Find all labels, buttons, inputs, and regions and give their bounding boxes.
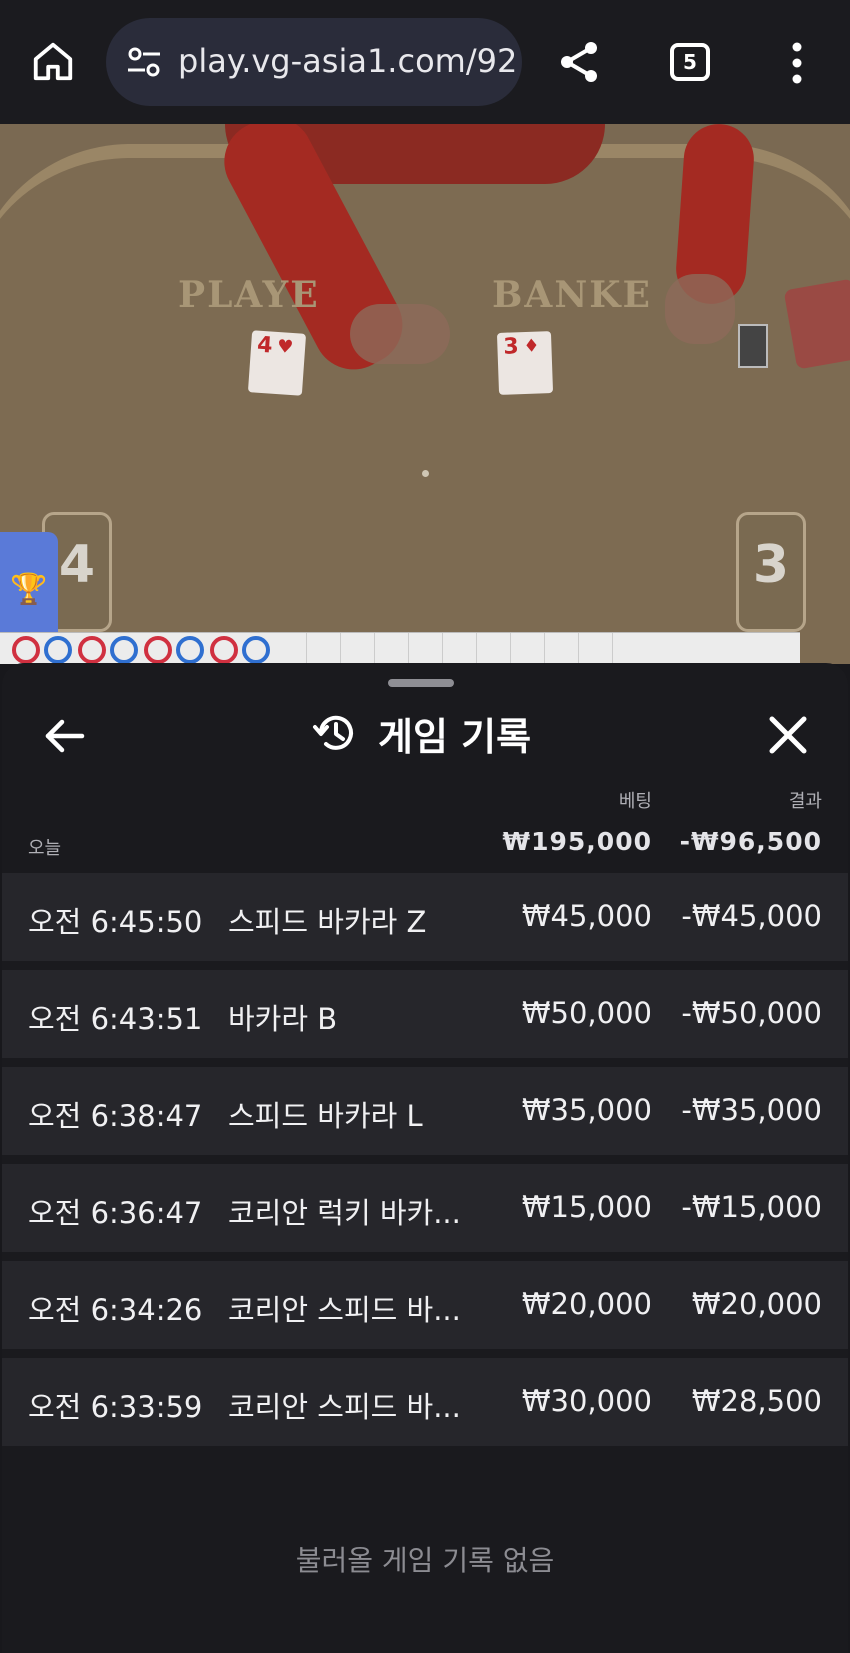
- history-icon: [313, 715, 353, 750]
- address-bar[interactable]: play.vg-asia1.com/92: [106, 18, 522, 106]
- row-bet: ₩15,000: [521, 1190, 652, 1224]
- bead-road: [0, 632, 800, 665]
- row-game: 코리안 스피드 바...: [228, 1390, 461, 1424]
- trophy-icon: 🏆: [10, 572, 48, 607]
- tab-switcher-icon[interactable]: 5: [670, 43, 710, 81]
- road-gridline: [408, 633, 409, 665]
- share-icon[interactable]: [555, 38, 603, 86]
- road-gridline: [476, 633, 477, 665]
- road-gridline: [340, 633, 341, 665]
- player-label: PLAYE: [178, 274, 320, 316]
- row-time: 오전 6:34:26: [28, 1293, 203, 1327]
- row-result: ₩20,000: [691, 1287, 822, 1321]
- road-gridline: [544, 633, 545, 665]
- row-time: 오전 6:38:47: [28, 1099, 203, 1133]
- road-marker: [110, 636, 138, 664]
- road-gridline: [578, 633, 579, 665]
- road-marker: [12, 636, 40, 664]
- diamond-suit-icon: ♦: [523, 335, 540, 358]
- bet-column-header: 베팅: [618, 791, 652, 812]
- drag-handle[interactable]: [388, 679, 454, 687]
- url-text[interactable]: play.vg-asia1.com/92: [178, 42, 517, 80]
- tab-count: 5: [683, 50, 697, 74]
- road-gridline: [442, 633, 443, 665]
- row-game: 스피드 바카라 Z: [228, 905, 427, 939]
- history-row[interactable]: 오전 6:45:50 스피드 바카라 Z ₩45,000 -₩45,000: [2, 873, 848, 961]
- history-row[interactable]: 오전 6:38:47 스피드 바카라 L ₩35,000 -₩35,000: [2, 1067, 848, 1155]
- road-marker: [78, 636, 106, 664]
- road-marker: [176, 636, 204, 664]
- row-result: -₩45,000: [681, 899, 822, 933]
- total-bet: ₩195,000: [502, 827, 652, 856]
- sheet-title-text: 게임 기록: [378, 714, 532, 759]
- row-bet: ₩45,000: [521, 899, 652, 933]
- banker-card: 3 ♦: [496, 331, 554, 395]
- history-row[interactable]: 오전 6:34:26 코리안 스피드 바... ₩20,000 ₩20,000: [2, 1261, 848, 1349]
- banker-card-rank: 3: [503, 334, 520, 360]
- heart-suit-icon: ♥: [276, 335, 294, 359]
- row-game: 바카라 B: [228, 1002, 338, 1036]
- history-row[interactable]: 오전 6:33:59 코리안 스피드 바... ₩30,000 ₩28,500: [2, 1358, 848, 1446]
- road-gridline: [306, 633, 307, 665]
- dealer-hand-right: [665, 274, 735, 344]
- row-time: 오전 6:36:47: [28, 1196, 203, 1230]
- row-time: 오전 6:45:50: [28, 905, 203, 939]
- total-result: -₩96,500: [679, 827, 822, 856]
- row-bet: ₩30,000: [521, 1384, 652, 1418]
- sheet-title: 게임 기록: [312, 703, 531, 763]
- row-result: -₩35,000: [681, 1093, 822, 1127]
- row-result: ₩28,500: [691, 1384, 822, 1418]
- row-game: 코리안 럭키 바카...: [228, 1196, 461, 1230]
- road-marker: [210, 636, 238, 664]
- row-game: 스피드 바카라 L: [228, 1099, 423, 1133]
- history-row[interactable]: 오전 6:43:51 바카라 B ₩50,000 -₩50,000: [2, 970, 848, 1058]
- game-history-sheet: 게임 기록 베팅 결과 오늘 ₩195,000 -₩96,500 오전 6:45…: [2, 663, 848, 1653]
- no-more-history-message: 불러올 게임 기록 없음: [295, 1544, 555, 1577]
- history-row[interactable]: 오전 6:36:47 코리안 럭키 바카... ₩15,000 -₩15,000: [2, 1164, 848, 1252]
- banker-label: BANKE: [492, 274, 652, 316]
- table-marker: [422, 470, 429, 477]
- date-group-label: 오늘: [28, 838, 62, 859]
- road-gridline: [612, 633, 613, 665]
- browser-toolbar: play.vg-asia1.com/92 5: [0, 0, 850, 124]
- live-game-video[interactable]: PLAYE BANKE 4 ♥ 3 ♦ 4 3: [0, 124, 850, 664]
- road-gridline: [374, 633, 375, 665]
- row-bet: ₩35,000: [521, 1093, 652, 1127]
- history-list: 오전 6:45:50 스피드 바카라 Z ₩45,000 -₩45,000 오전…: [2, 873, 848, 1455]
- result-column-header: 결과: [788, 791, 822, 812]
- road-marker: [242, 636, 270, 664]
- back-arrow-icon[interactable]: [40, 711, 90, 761]
- dealer-hand-left: [350, 304, 450, 364]
- row-bet: ₩20,000: [521, 1287, 652, 1321]
- row-result: -₩50,000: [681, 996, 822, 1030]
- row-result: -₩15,000: [681, 1190, 822, 1224]
- player-card-rank: 4: [256, 332, 274, 359]
- home-icon[interactable]: [30, 38, 76, 84]
- banker-score: 3: [736, 512, 806, 632]
- row-time: 오전 6:33:59: [28, 1390, 203, 1424]
- close-icon[interactable]: [764, 711, 812, 759]
- row-game: 코리안 스피드 바...: [228, 1293, 461, 1327]
- road-gridline: [510, 633, 511, 665]
- player-card: 4 ♥: [247, 330, 307, 396]
- site-settings-icon[interactable]: [126, 46, 162, 78]
- road-marker: [144, 636, 172, 664]
- road-marker: [44, 636, 72, 664]
- card-shoe-slot: [738, 324, 768, 368]
- row-bet: ₩50,000: [521, 996, 652, 1030]
- more-vert-icon[interactable]: [782, 40, 812, 86]
- row-time: 오전 6:43:51: [28, 1002, 203, 1036]
